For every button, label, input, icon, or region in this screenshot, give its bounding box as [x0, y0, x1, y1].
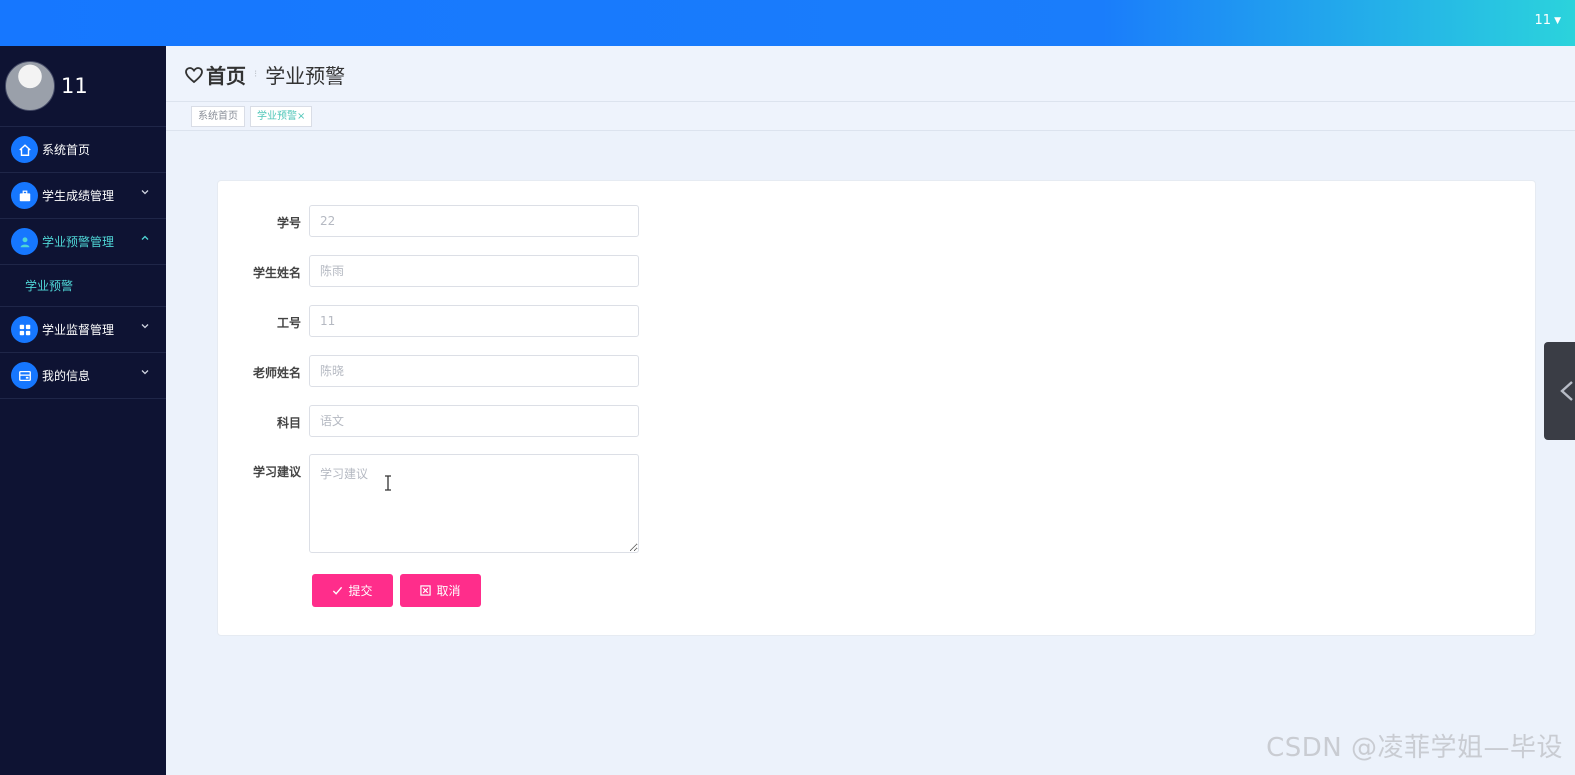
sidebar-item-label: 学业监督管理 — [42, 323, 115, 337]
caret-down-icon: ▼ — [1554, 15, 1561, 26]
chevron-down-icon — [141, 324, 149, 329]
heart-icon — [185, 66, 203, 83]
top-bar: 11 ▼ — [0, 0, 1575, 46]
subject-input[interactable] — [309, 405, 639, 437]
sidebar-subitem-label: 学业预警 — [25, 279, 74, 293]
teacher-name-label: 老师姓名 — [252, 366, 301, 380]
form-row-subject: 科目 — [218, 405, 639, 437]
student-name-label: 学生姓名 — [252, 266, 301, 280]
submit-button[interactable]: 提交 — [312, 574, 393, 607]
submit-button-label: 提交 — [348, 584, 373, 598]
sidebar-item-label: 我的信息 — [42, 369, 91, 383]
sidebar: 11 系统首页 学生成绩管理 学业预警管理 学业预警 学业监督管理 我的信息 — [0, 46, 166, 775]
user-menu-name: 11 — [1534, 13, 1552, 28]
staff-id-label: 工号 — [276, 316, 301, 330]
study-advice-textarea[interactable] — [309, 454, 639, 553]
user-menu[interactable]: 11 ▼ — [1535, 13, 1561, 28]
chevron-left-icon — [1560, 381, 1573, 401]
tab-academic-warning[interactable]: 学业预警× — [250, 106, 313, 127]
profile-name: 11 — [61, 74, 88, 98]
chevron-up-icon — [141, 235, 149, 240]
sidebar-subitem-academic-warning[interactable]: 学业预警 — [0, 265, 166, 307]
tab-home[interactable]: 系统首页 — [191, 106, 245, 127]
sidebar-item-score-management[interactable]: 学生成绩管理 — [0, 173, 166, 219]
sidebar-item-my-info[interactable]: 我的信息 — [0, 353, 166, 399]
tab-label: 系统首页 — [198, 111, 238, 122]
breadcrumb-separator: ⁝ — [254, 69, 258, 80]
tags-bar: 系统首页 学业预警× — [166, 101, 1575, 131]
card-icon — [11, 362, 38, 389]
side-panel-toggle[interactable] — [1544, 342, 1575, 440]
sidebar-item-warning-management[interactable]: 学业预警管理 — [0, 219, 166, 265]
text-cursor-icon — [385, 475, 391, 491]
avatar — [5, 61, 55, 111]
page-header: 首页 ⁝ 学业预警 — [166, 46, 1575, 101]
close-square-icon — [420, 585, 432, 596]
sidebar-profile: 11 — [0, 46, 166, 127]
student-id-input[interactable] — [309, 205, 639, 237]
sidebar-item-supervision-management[interactable]: 学业监督管理 — [0, 307, 166, 353]
chevron-down-icon — [141, 370, 149, 375]
breadcrumb-home[interactable]: 首页 — [206, 60, 246, 89]
subject-label: 科目 — [276, 416, 301, 430]
sidebar-item-label: 学业预警管理 — [42, 235, 115, 249]
grid-icon — [11, 316, 38, 343]
close-icon[interactable]: × — [297, 111, 305, 122]
form-row-staff-id: 工号 — [218, 305, 639, 337]
sidebar-item-home[interactable]: 系统首页 — [0, 127, 166, 173]
watermark: CSDN @凌菲学姐—毕设 — [1266, 733, 1563, 763]
tab-label: 学业预警 — [257, 111, 297, 122]
teacher-name-input[interactable] — [309, 355, 639, 387]
form-row-study-advice: 学习建议 — [218, 454, 639, 553]
student-id-label: 学号 — [276, 216, 301, 230]
form-card: 学号 学生姓名 工号 老师姓名 科目 学习建议 提交 取消 — [217, 180, 1536, 636]
breadcrumb: 首页 ⁝ 学业预警 — [184, 60, 345, 89]
home-icon — [11, 136, 38, 163]
staff-id-input[interactable] — [309, 305, 639, 337]
form-row-student-name: 学生姓名 — [218, 255, 639, 287]
sidebar-item-label: 学生成绩管理 — [42, 189, 115, 203]
sidebar-item-label: 系统首页 — [42, 143, 91, 157]
study-advice-label: 学习建议 — [252, 465, 301, 479]
chevron-down-icon — [141, 190, 149, 195]
check-icon — [333, 586, 343, 595]
cancel-button-label: 取消 — [436, 584, 461, 598]
cancel-button[interactable]: 取消 — [400, 574, 481, 607]
breadcrumb-current: 学业预警 — [265, 64, 346, 88]
student-name-input[interactable] — [309, 255, 639, 287]
form-row-teacher-name: 老师姓名 — [218, 355, 639, 387]
user-icon — [11, 228, 38, 255]
briefcase-icon — [11, 182, 38, 209]
form-row-student-id: 学号 — [218, 205, 639, 237]
